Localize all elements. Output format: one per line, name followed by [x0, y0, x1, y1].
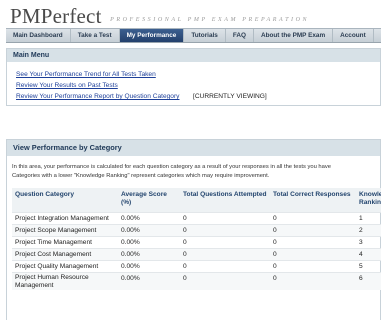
cell-attempted: 0	[180, 259, 270, 272]
main-menu-panel: Main Menu See Your Performance Trend for…	[6, 48, 381, 106]
cell-correct: 0	[270, 259, 356, 272]
cell-average-score: 0.00%	[118, 247, 180, 260]
top-nav: Main Dashboard Take a Test My Performanc…	[6, 28, 381, 43]
column-header-category: Question Category	[12, 188, 118, 212]
column-header-average-score: Average Score (%)	[118, 188, 180, 212]
cell-average-score: 0.00%	[118, 271, 180, 290]
table-row: Project Scope Management 0.00% 0 0 2	[12, 223, 381, 236]
tab-account[interactable]: Account	[333, 29, 374, 42]
cell-correct: 0	[270, 247, 356, 260]
tab-about-pmp-exam[interactable]: About the PMP Exam	[254, 29, 334, 42]
table-header-row: Question Category Average Score (%) Tota…	[12, 188, 381, 212]
cell-correct: 0	[270, 211, 356, 224]
tab-tutorials[interactable]: Tutorials	[184, 29, 226, 42]
brand-logo: PMPerfect PROFESSIONAL PMP EXAM PREPARAT…	[10, 4, 310, 28]
main-menu-title: Main Menu	[7, 49, 380, 62]
table-row: Project Human Resource Management 0.00% …	[12, 271, 381, 290]
past-tests-link[interactable]: Review Your Results on Past Tests	[16, 82, 118, 89]
cell-ranking: 4	[356, 247, 381, 260]
table-row: Project Quality Management 0.00% 0 0 5	[12, 259, 381, 272]
cell-correct: 0	[270, 223, 356, 236]
cell-ranking: 2	[356, 223, 381, 236]
cell-category: Project Quality Management	[12, 259, 118, 272]
performance-trend-link[interactable]: See Your Performance Trend for All Tests…	[16, 71, 156, 78]
cell-ranking: 3	[356, 235, 381, 248]
intro-line-1: In this area, your performance is calcul…	[12, 164, 332, 170]
table-row: Project Time Management 0.00% 0 0 3	[12, 235, 381, 248]
performance-title: View Performance by Category	[7, 140, 380, 156]
cell-attempted: 0	[180, 223, 270, 236]
cell-correct: 0	[270, 235, 356, 248]
cell-attempted: 0	[180, 211, 270, 224]
cell-ranking: 5	[356, 259, 381, 272]
cell-category: Project Cost Management	[12, 247, 118, 260]
performance-intro: In this area, your performance is calcul…	[12, 163, 331, 181]
column-header-attempted: Total Questions Attempted	[180, 188, 270, 212]
performance-panel: View Performance by Category In this are…	[6, 139, 381, 320]
table-row: Project Integration Management 0.00% 0 0…	[12, 211, 381, 224]
cell-attempted: 0	[180, 271, 270, 290]
cell-category: Project Time Management	[12, 235, 118, 248]
cell-category: Project Integration Management	[12, 211, 118, 224]
category-report-link[interactable]: Review Your Performance Report by Questi…	[16, 93, 179, 100]
cell-ranking: 6	[356, 271, 381, 290]
brand-name: PMPerfect	[10, 4, 102, 28]
tab-faq[interactable]: FAQ	[226, 29, 254, 42]
cell-average-score: 0.00%	[118, 235, 180, 248]
column-header-correct: Total Correct Responses	[270, 188, 356, 212]
cell-ranking: 1	[356, 211, 381, 224]
tab-main-dashboard[interactable]: Main Dashboard	[6, 29, 71, 42]
cell-average-score: 0.00%	[118, 223, 180, 236]
intro-line-2: Categories with a lower "Knowledge Ranki…	[12, 173, 270, 179]
brand-tagline: PROFESSIONAL PMP EXAM PREPARATION	[110, 17, 310, 23]
cell-correct: 0	[270, 271, 356, 290]
cell-category: Project Scope Management	[12, 223, 118, 236]
table-row: Project Cost Management 0.00% 0 0 4	[12, 247, 381, 260]
cell-category: Project Human Resource Management	[12, 271, 118, 290]
currently-viewing-label: [CURRENTLY VIEWING]	[193, 93, 267, 100]
category-table: Question Category Average Score (%) Tota…	[12, 188, 381, 290]
cell-attempted: 0	[180, 235, 270, 248]
tab-my-performance[interactable]: My Performance	[119, 29, 185, 42]
column-header-ranking: Knowledge Ranking	[356, 188, 381, 212]
cell-average-score: 0.00%	[118, 259, 180, 272]
cell-attempted: 0	[180, 247, 270, 260]
cell-average-score: 0.00%	[118, 211, 180, 224]
tab-take-a-test[interactable]: Take a Test	[71, 29, 120, 42]
